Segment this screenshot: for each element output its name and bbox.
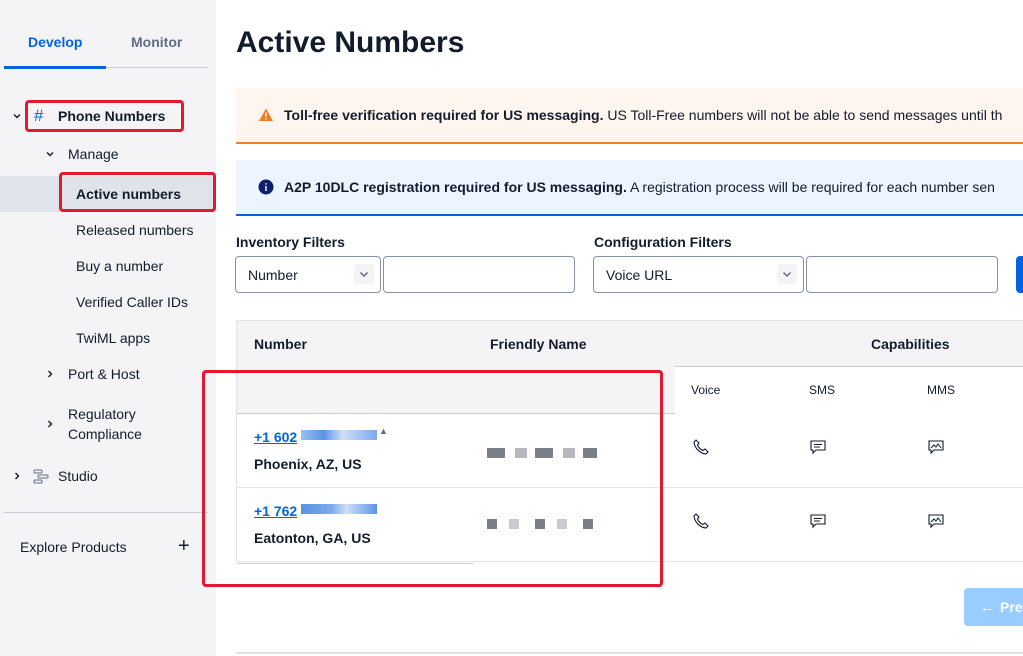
header-mms: MMS [927, 383, 955, 397]
highlight-box [59, 172, 216, 212]
configuration-filter-input[interactable] [806, 256, 998, 293]
warning-icon [258, 107, 274, 123]
tab-develop[interactable]: Develop [28, 34, 82, 50]
chevron-right-icon[interactable] [46, 420, 54, 428]
sidebar-item-port-host[interactable]: Port & Host [68, 366, 140, 382]
arrow-left-icon: ← [980, 599, 994, 615]
info-alert: A2P 10DLC registration required for US m… [236, 160, 1023, 216]
sidebar-item-released-numbers[interactable]: Released numbers [76, 222, 194, 238]
mms-icon [927, 512, 945, 530]
page-title: Active Numbers [236, 26, 465, 59]
header-friendly-name[interactable]: Friendly Name [490, 336, 586, 352]
warning-alert: Toll-free verification required for US m… [236, 88, 1023, 144]
header-sms: SMS [809, 383, 836, 397]
chevron-down-icon[interactable] [13, 112, 21, 120]
studio-icon [32, 467, 50, 488]
sidebar-item-verified-caller-ids[interactable]: Verified Caller IDs [76, 294, 188, 310]
inventory-filters-label: Inventory Filters [236, 234, 345, 250]
highlight-box [202, 370, 663, 587]
active-tab-indicator [4, 66, 106, 69]
sidebar-item-regulatory[interactable]: Regulatory [68, 406, 136, 422]
chevron-down-icon[interactable] [46, 150, 54, 158]
inventory-filter-input[interactable] [383, 256, 575, 293]
header-voice: Voice [691, 383, 721, 397]
inventory-filter-select[interactable]: Number [235, 256, 381, 293]
sidebar-item-buy-number[interactable]: Buy a number [76, 258, 163, 274]
sidebar-tabs: Develop Monitor [4, 16, 208, 69]
header-capabilities: Capabilities [871, 336, 950, 352]
sidebar-item-twiml-apps[interactable]: TwiML apps [76, 330, 150, 346]
plus-icon[interactable]: + [178, 535, 190, 558]
previous-page-button[interactable]: ← Pre [964, 588, 1023, 626]
sidebar-divider [4, 512, 208, 513]
header-number[interactable]: Number [254, 336, 307, 352]
sms-icon [809, 512, 827, 530]
sidebar: Develop Monitor # Phone Numbers Manage A… [0, 0, 216, 656]
divider [236, 652, 1023, 654]
sms-icon [809, 438, 827, 456]
chevron-right-icon[interactable] [13, 472, 21, 480]
sidebar-item-studio[interactable]: Studio [58, 468, 98, 484]
info-text: A2P 10DLC registration required for US m… [284, 179, 995, 195]
explore-products-link[interactable]: Explore Products [20, 539, 127, 555]
info-icon [258, 179, 274, 195]
phone-icon [692, 512, 710, 530]
chevron-down-icon [354, 264, 374, 284]
sidebar-item-manage[interactable]: Manage [68, 146, 119, 162]
chevron-down-icon [777, 264, 797, 284]
warning-text: Toll-free verification required for US m… [284, 107, 1003, 123]
chevron-right-icon[interactable] [46, 370, 54, 378]
mms-icon [927, 438, 945, 456]
configuration-filter-select[interactable]: Voice URL [593, 256, 804, 293]
sidebar-item-compliance[interactable]: Compliance [68, 426, 142, 442]
configuration-filters-label: Configuration Filters [594, 234, 732, 250]
phone-icon [692, 438, 710, 456]
tab-monitor[interactable]: Monitor [131, 34, 182, 50]
highlight-box [25, 100, 184, 132]
search-button[interactable] [1016, 256, 1023, 293]
